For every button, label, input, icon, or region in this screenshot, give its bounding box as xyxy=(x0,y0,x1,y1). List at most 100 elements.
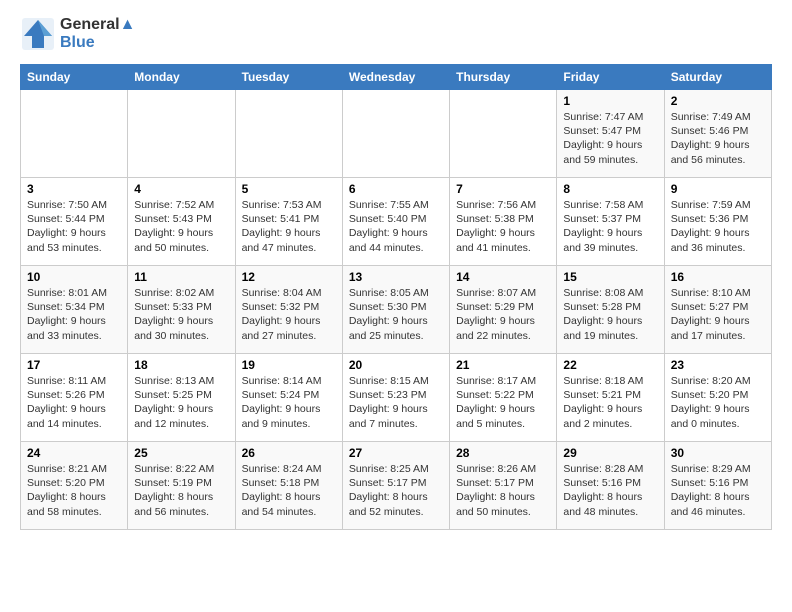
calendar-cell: 16 Sunrise: 8:10 AM Sunset: 5:27 PM Dayli… xyxy=(664,266,771,354)
day-number: 30 xyxy=(671,446,765,460)
day-number: 6 xyxy=(349,182,443,196)
day-info: Sunrise: 8:25 AM Sunset: 5:17 PM Dayligh… xyxy=(349,462,443,519)
day-header-friday: Friday xyxy=(557,65,664,90)
week-row-2: 3 Sunrise: 7:50 AM Sunset: 5:44 PM Daylig… xyxy=(21,178,772,266)
day-info: Sunrise: 8:14 AM Sunset: 5:24 PM Dayligh… xyxy=(242,374,336,431)
calendar-cell: 7 Sunrise: 7:56 AM Sunset: 5:38 PM Daylig… xyxy=(450,178,557,266)
calendar-cell: 18 Sunrise: 8:13 AM Sunset: 5:25 PM Dayli… xyxy=(128,354,235,442)
day-info: Sunrise: 7:52 AM Sunset: 5:43 PM Dayligh… xyxy=(134,198,228,255)
week-row-3: 10 Sunrise: 8:01 AM Sunset: 5:34 PM Dayli… xyxy=(21,266,772,354)
day-info: Sunrise: 8:13 AM Sunset: 5:25 PM Dayligh… xyxy=(134,374,228,431)
day-number: 16 xyxy=(671,270,765,284)
calendar-cell xyxy=(450,90,557,178)
day-number: 12 xyxy=(242,270,336,284)
calendar-cell xyxy=(21,90,128,178)
day-info: Sunrise: 7:56 AM Sunset: 5:38 PM Dayligh… xyxy=(456,198,550,255)
day-info: Sunrise: 7:55 AM Sunset: 5:40 PM Dayligh… xyxy=(349,198,443,255)
calendar-cell: 28 Sunrise: 8:26 AM Sunset: 5:17 PM Dayli… xyxy=(450,442,557,530)
calendar-cell: 12 Sunrise: 8:04 AM Sunset: 5:32 PM Dayli… xyxy=(235,266,342,354)
day-number: 3 xyxy=(27,182,121,196)
day-number: 10 xyxy=(27,270,121,284)
day-info: Sunrise: 8:04 AM Sunset: 5:32 PM Dayligh… xyxy=(242,286,336,343)
day-header-thursday: Thursday xyxy=(450,65,557,90)
calendar-cell: 30 Sunrise: 8:29 AM Sunset: 5:16 PM Dayli… xyxy=(664,442,771,530)
day-info: Sunrise: 8:24 AM Sunset: 5:18 PM Dayligh… xyxy=(242,462,336,519)
day-info: Sunrise: 7:59 AM Sunset: 5:36 PM Dayligh… xyxy=(671,198,765,255)
logo-icon xyxy=(20,16,56,52)
calendar-cell: 5 Sunrise: 7:53 AM Sunset: 5:41 PM Daylig… xyxy=(235,178,342,266)
day-info: Sunrise: 8:01 AM Sunset: 5:34 PM Dayligh… xyxy=(27,286,121,343)
day-number: 5 xyxy=(242,182,336,196)
calendar-table: SundayMondayTuesdayWednesdayThursdayFrid… xyxy=(20,64,772,530)
calendar-cell: 21Sunrise: 8:17 AM Sunset: 5:22 PM Dayli… xyxy=(450,354,557,442)
calendar-cell: 14 Sunrise: 8:07 AM Sunset: 5:29 PM Dayli… xyxy=(450,266,557,354)
day-number: 4 xyxy=(134,182,228,196)
day-info: Sunrise: 8:18 AM Sunset: 5:21 PM Dayligh… xyxy=(563,374,657,431)
day-info: Sunrise: 8:22 AM Sunset: 5:19 PM Dayligh… xyxy=(134,462,228,519)
day-number: 7 xyxy=(456,182,550,196)
day-number: 24 xyxy=(27,446,121,460)
day-number: 1 xyxy=(563,94,657,108)
day-number: 28 xyxy=(456,446,550,460)
day-header-sunday: Sunday xyxy=(21,65,128,90)
calendar-cell xyxy=(235,90,342,178)
day-number: 2 xyxy=(671,94,765,108)
calendar-cell: 27Sunrise: 8:25 AM Sunset: 5:17 PM Dayli… xyxy=(342,442,449,530)
logo: General▲ Blue xyxy=(20,16,135,52)
calendar-cell: 4 Sunrise: 7:52 AM Sunset: 5:43 PM Daylig… xyxy=(128,178,235,266)
day-number: 29 xyxy=(563,446,657,460)
day-info: Sunrise: 8:11 AM Sunset: 5:26 PM Dayligh… xyxy=(27,374,121,431)
day-number: 8 xyxy=(563,182,657,196)
day-info: Sunrise: 8:29 AM Sunset: 5:16 PM Dayligh… xyxy=(671,462,765,519)
day-number: 20 xyxy=(349,358,443,372)
day-info: Sunrise: 8:15 AM Sunset: 5:23 PM Dayligh… xyxy=(349,374,443,431)
calendar-cell: 19Sunrise: 8:14 AM Sunset: 5:24 PM Dayli… xyxy=(235,354,342,442)
day-number: 22 xyxy=(563,358,657,372)
day-number: 18 xyxy=(134,358,228,372)
day-number: 14 xyxy=(456,270,550,284)
day-info: Sunrise: 8:10 AM Sunset: 5:27 PM Dayligh… xyxy=(671,286,765,343)
day-info: Sunrise: 8:20 AM Sunset: 5:20 PM Dayligh… xyxy=(671,374,765,431)
day-header-saturday: Saturday xyxy=(664,65,771,90)
page-container: General▲ Blue SundayMondayTuesdayWednesd… xyxy=(0,0,792,546)
day-number: 21 xyxy=(456,358,550,372)
calendar-cell: 3 Sunrise: 7:50 AM Sunset: 5:44 PM Daylig… xyxy=(21,178,128,266)
day-header-tuesday: Tuesday xyxy=(235,65,342,90)
day-number: 17 xyxy=(27,358,121,372)
day-info: Sunrise: 7:50 AM Sunset: 5:44 PM Dayligh… xyxy=(27,198,121,255)
calendar-cell xyxy=(342,90,449,178)
calendar-cell xyxy=(128,90,235,178)
calendar-cell: 8Sunrise: 7:58 AM Sunset: 5:37 PM Daylig… xyxy=(557,178,664,266)
calendar-cell: 2 Sunrise: 7:49 AM Sunset: 5:46 PM Daylig… xyxy=(664,90,771,178)
calendar-cell: 26Sunrise: 8:24 AM Sunset: 5:18 PM Dayli… xyxy=(235,442,342,530)
week-row-1: 1 Sunrise: 7:47 AM Sunset: 5:47 PM Daylig… xyxy=(21,90,772,178)
day-info: Sunrise: 7:47 AM Sunset: 5:47 PM Dayligh… xyxy=(563,110,657,167)
day-header-monday: Monday xyxy=(128,65,235,90)
day-number: 15 xyxy=(563,270,657,284)
week-row-4: 17 Sunrise: 8:11 AM Sunset: 5:26 PM Dayli… xyxy=(21,354,772,442)
day-info: Sunrise: 8:07 AM Sunset: 5:29 PM Dayligh… xyxy=(456,286,550,343)
day-number: 11 xyxy=(134,270,228,284)
day-info: Sunrise: 7:49 AM Sunset: 5:46 PM Dayligh… xyxy=(671,110,765,167)
day-info: Sunrise: 8:21 AM Sunset: 5:20 PM Dayligh… xyxy=(27,462,121,519)
day-info: Sunrise: 8:26 AM Sunset: 5:17 PM Dayligh… xyxy=(456,462,550,519)
day-number: 9 xyxy=(671,182,765,196)
calendar-cell: 13Sunrise: 8:05 AM Sunset: 5:30 PM Dayli… xyxy=(342,266,449,354)
calendar-cell: 24 Sunrise: 8:21 AM Sunset: 5:20 PM Dayli… xyxy=(21,442,128,530)
calendar-cell: 23 Sunrise: 8:20 AM Sunset: 5:20 PM Dayli… xyxy=(664,354,771,442)
day-info: Sunrise: 7:53 AM Sunset: 5:41 PM Dayligh… xyxy=(242,198,336,255)
day-number: 25 xyxy=(134,446,228,460)
calendar-cell: 1 Sunrise: 7:47 AM Sunset: 5:47 PM Daylig… xyxy=(557,90,664,178)
header-row: SundayMondayTuesdayWednesdayThursdayFrid… xyxy=(21,65,772,90)
calendar-cell: 17 Sunrise: 8:11 AM Sunset: 5:26 PM Dayli… xyxy=(21,354,128,442)
calendar-cell: 6 Sunrise: 7:55 AM Sunset: 5:40 PM Daylig… xyxy=(342,178,449,266)
calendar-cell: 29Sunrise: 8:28 AM Sunset: 5:16 PM Dayli… xyxy=(557,442,664,530)
week-row-5: 24 Sunrise: 8:21 AM Sunset: 5:20 PM Dayli… xyxy=(21,442,772,530)
day-number: 23 xyxy=(671,358,765,372)
calendar-cell: 15 Sunrise: 8:08 AM Sunset: 5:28 PM Dayli… xyxy=(557,266,664,354)
calendar-cell: 20 Sunrise: 8:15 AM Sunset: 5:23 PM Dayli… xyxy=(342,354,449,442)
day-info: Sunrise: 8:05 AM Sunset: 5:30 PM Dayligh… xyxy=(349,286,443,343)
day-info: Sunrise: 8:08 AM Sunset: 5:28 PM Dayligh… xyxy=(563,286,657,343)
header: General▲ Blue xyxy=(20,16,772,52)
day-header-wednesday: Wednesday xyxy=(342,65,449,90)
